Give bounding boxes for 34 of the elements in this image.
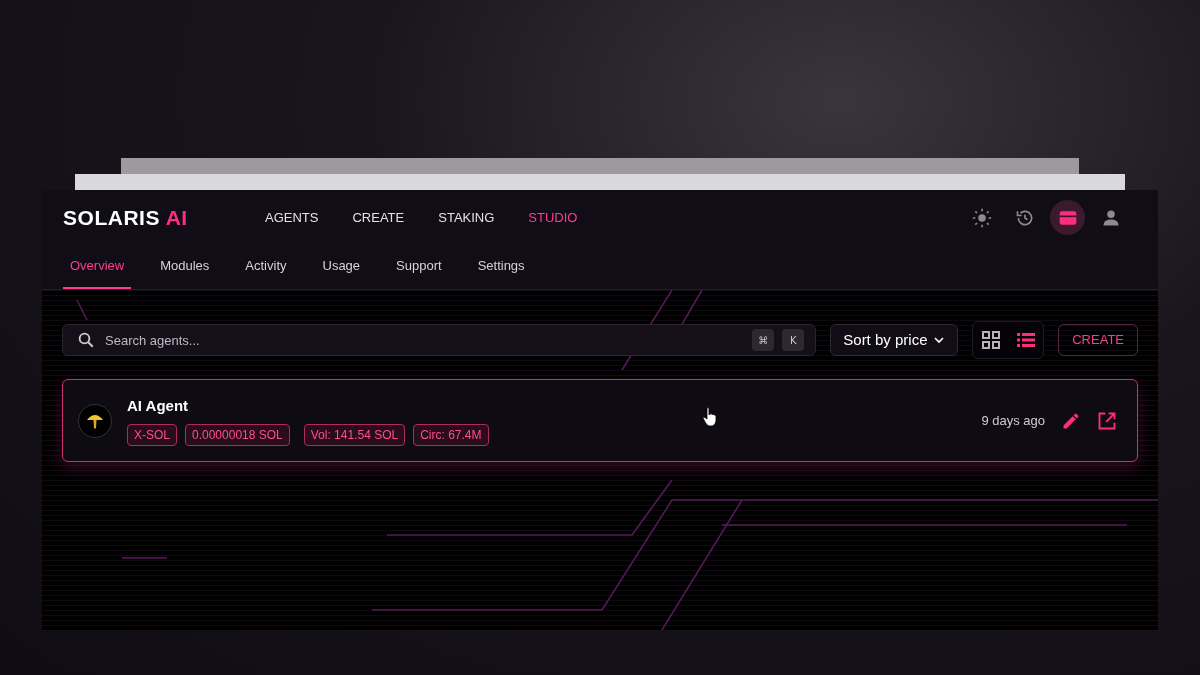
agent-age: 9 days ago — [981, 411, 1045, 430]
shortcut-key: K — [782, 329, 805, 351]
tab[interactable]: Usage — [315, 245, 368, 289]
grid-icon — [981, 331, 1000, 349]
nav-link[interactable]: STUDIO — [528, 207, 578, 228]
agent-tag: Circ: 67.4M — [413, 423, 489, 446]
shortcut-key: ⌘ — [752, 329, 775, 351]
nav-link[interactable]: AGENTS — [265, 207, 319, 228]
wallet-button[interactable] — [1050, 200, 1085, 235]
mushroom-avatar-icon — [78, 403, 112, 438]
list-view-button[interactable] — [1014, 330, 1037, 350]
tab[interactable]: Modules — [153, 245, 217, 289]
tab[interactable]: Settings — [470, 245, 532, 289]
agent-card[interactable]: AI Agent X-SOL 0.00000018 SOL Vol: 141.54 SOL Circ: 67.4M 9 days ago — [62, 379, 1138, 462]
brand-logo[interactable]: SOLARIS AI — [63, 201, 243, 234]
nav-link[interactable]: CREATE — [352, 207, 405, 228]
search-icon — [77, 331, 95, 349]
external-link-icon[interactable] — [1097, 410, 1117, 431]
agent-name: AI Agent — [127, 396, 190, 417]
user-icon — [1101, 208, 1120, 227]
grid-view-button[interactable] — [979, 329, 1002, 351]
chevron-down-icon — [933, 334, 946, 346]
tab[interactable]: Support — [389, 245, 449, 289]
tab[interactable]: Activity — [238, 245, 294, 289]
list-icon — [1016, 332, 1035, 348]
agent-tag: X-SOL — [127, 423, 177, 446]
edit-icon[interactable] — [1061, 410, 1081, 431]
sort-dropdown[interactable]: Sort by price — [830, 324, 959, 356]
agent-tag: Vol: 141.54 SOL — [303, 423, 406, 446]
nav-link[interactable]: STAKING — [438, 207, 495, 228]
agent-tag: 0.00000018 SOL — [185, 423, 290, 446]
sun-icon — [971, 207, 992, 228]
create-button[interactable]: CREATE — [1058, 324, 1138, 356]
hand-cursor-icon — [702, 407, 718, 427]
